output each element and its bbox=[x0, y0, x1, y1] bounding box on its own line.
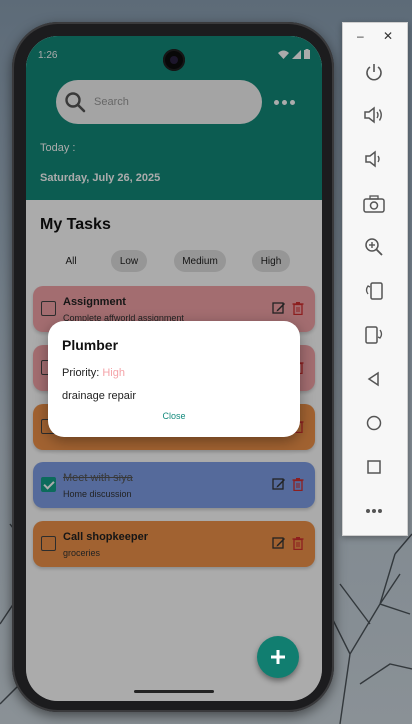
priority-label: Priority: bbox=[62, 367, 100, 379]
rotate-left-icon[interactable] bbox=[361, 278, 387, 304]
volume-up-icon[interactable] bbox=[361, 102, 387, 128]
home-indicator[interactable] bbox=[134, 690, 214, 693]
volume-down-icon[interactable] bbox=[361, 146, 387, 172]
rotate-right-icon[interactable] bbox=[361, 322, 387, 348]
close-icon[interactable]: ✕ bbox=[383, 29, 393, 43]
close-button[interactable]: Close bbox=[48, 411, 300, 421]
app-screen: 1:26 Search Today : Saturday, July 26, 2… bbox=[26, 36, 322, 701]
dialog-description: drainage repair bbox=[62, 390, 136, 402]
dialog-title: Plumber bbox=[62, 337, 119, 353]
emulator-toolbar: – ✕ bbox=[342, 22, 408, 536]
back-icon[interactable] bbox=[361, 366, 387, 392]
power-icon[interactable] bbox=[361, 59, 387, 85]
dialog-priority: Priority: High bbox=[62, 367, 125, 379]
add-task-button[interactable] bbox=[257, 636, 299, 678]
more-icon[interactable] bbox=[361, 498, 387, 524]
minimize-icon[interactable]: – bbox=[357, 29, 364, 43]
home-icon[interactable] bbox=[361, 410, 387, 436]
zoom-icon[interactable] bbox=[361, 234, 387, 260]
plus-icon bbox=[271, 650, 285, 664]
priority-value: High bbox=[102, 367, 125, 379]
task-detail-dialog: Plumber Priority: High drainage repair C… bbox=[48, 321, 300, 437]
camera-icon[interactable] bbox=[361, 191, 387, 217]
overview-icon[interactable] bbox=[361, 454, 387, 480]
